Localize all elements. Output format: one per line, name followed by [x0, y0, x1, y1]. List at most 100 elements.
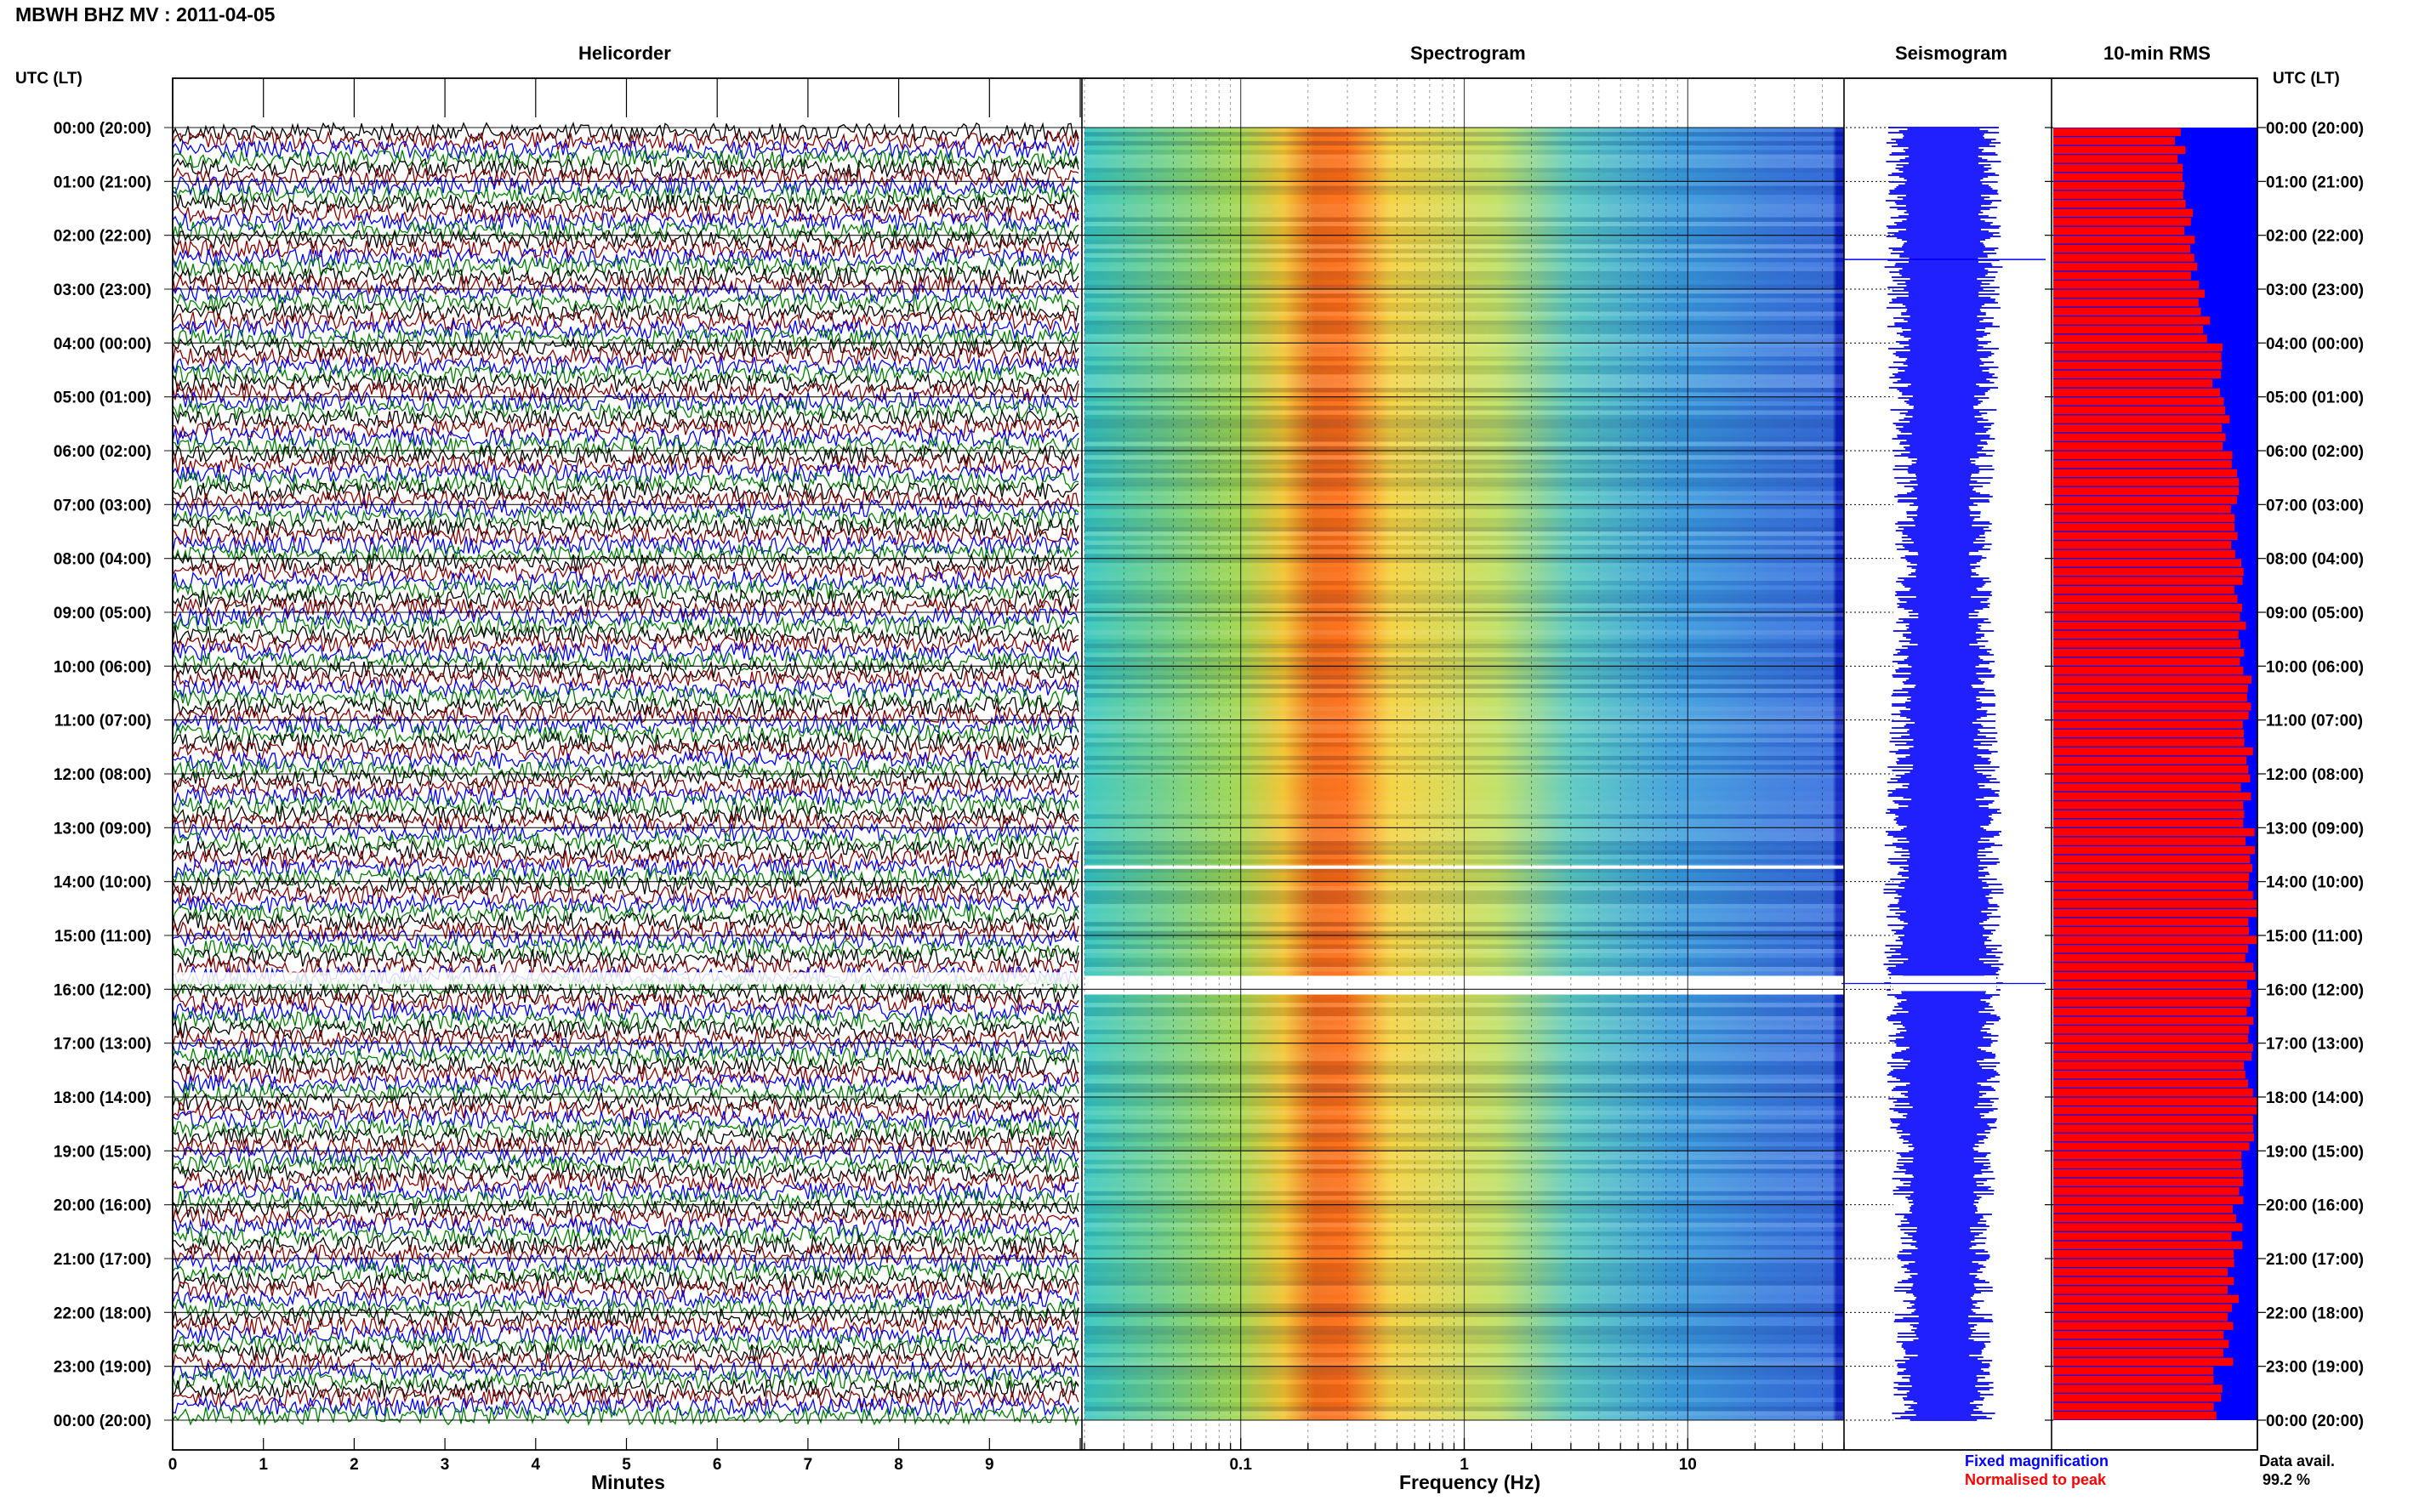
rms-bar — [2053, 433, 2226, 441]
page: MBWH BHZ MV : 2011-04-05 Helicorder Spec… — [0, 0, 2419, 1512]
helicorder-trace — [172, 435, 1079, 457]
rms-bar — [2053, 541, 2232, 549]
time-label-left: 21:00 (17:00) — [54, 1251, 151, 1269]
rms-bar — [2053, 819, 2244, 827]
rms-bar — [2053, 981, 2247, 989]
rms-bar — [2053, 1412, 2217, 1420]
rms-bar — [2053, 837, 2245, 845]
rms-bar — [2053, 379, 2213, 388]
rms-bar — [2053, 693, 2247, 702]
rms-bar — [2053, 451, 2233, 459]
helicorder-trace — [172, 480, 1079, 503]
rms-bar — [2053, 1196, 2244, 1205]
time-label-left: 22:00 (18:00) — [54, 1305, 151, 1322]
rms-bar — [2053, 1106, 2257, 1115]
rms-bar — [2053, 827, 2255, 837]
helicorder-trace — [172, 247, 1079, 269]
rms-bar — [2053, 1187, 2240, 1196]
rms-bar — [2053, 648, 2245, 657]
seismogram-trace — [1883, 127, 2004, 1421]
time-label-right: 17:00 (13:00) — [2266, 1036, 2364, 1054]
minute-tick-label: 4 — [532, 1456, 541, 1474]
time-label-left: 09:00 (05:00) — [54, 605, 151, 622]
rms-bar — [2053, 585, 2234, 594]
rms-bar — [2053, 1286, 2228, 1294]
rms-bar — [2053, 855, 2251, 863]
rms-bar — [2053, 361, 2223, 370]
rms-bar — [2053, 549, 2235, 559]
rms-bar — [2053, 1241, 2243, 1249]
helicorder-trace — [172, 534, 1079, 556]
rms-bar — [2053, 702, 2251, 711]
rms-bar — [2053, 1124, 2253, 1133]
time-label-right: 09:00 (05:00) — [2266, 605, 2364, 622]
time-label-right: 04:00 (00:00) — [2266, 335, 2364, 353]
rms-bar — [2053, 181, 2185, 190]
rms-bar — [2053, 1223, 2243, 1231]
rms-bar — [2053, 1402, 2214, 1411]
rms-bar — [2053, 729, 2244, 738]
time-label-left: 13:00 (09:00) — [54, 820, 151, 838]
rms-bar — [2053, 1097, 2257, 1106]
rms-bar — [2053, 397, 2224, 406]
helicorder-trace — [172, 1090, 1079, 1113]
rms-bar — [2053, 971, 2256, 981]
rms-bar — [2053, 486, 2240, 496]
rms-bar — [2053, 1070, 2245, 1079]
rms-bar — [2053, 989, 2251, 998]
time-label-left: 10:00 (06:00) — [54, 658, 151, 676]
minute-tick-label: 5 — [622, 1456, 631, 1474]
time-label-left: 04:00 (00:00) — [54, 335, 151, 353]
rms-bar — [2053, 666, 2244, 675]
rms-bar — [2053, 998, 2251, 1007]
time-label-left: 11:00 (07:00) — [54, 713, 151, 730]
rms-bar — [2053, 864, 2252, 873]
rms-bar — [2053, 873, 2250, 882]
rms-bar — [2053, 846, 2256, 855]
helicorder-trace — [172, 121, 1079, 143]
helicorder-trace — [172, 1216, 1079, 1238]
rms-bar — [2053, 236, 2195, 244]
rms-bar — [2053, 496, 2237, 504]
rms-bar — [2053, 801, 2244, 810]
rms-bar — [2053, 1231, 2232, 1241]
time-label-left: 02:00 (22:00) — [54, 228, 151, 246]
rms-bar — [2053, 945, 2248, 953]
rms-bar — [2053, 747, 2253, 756]
time-label-left: 17:00 (13:00) — [54, 1036, 151, 1054]
rms-bar — [2053, 523, 2235, 531]
time-label-right: 00:00 (20:00) — [2266, 1413, 2364, 1430]
rms-bar — [2053, 388, 2220, 397]
helicorder-trace — [172, 696, 1079, 718]
rms-bar — [2053, 253, 2194, 262]
rms-bar — [2053, 469, 2237, 478]
rms-bar — [2053, 774, 2251, 782]
time-label-right: 01:00 (21:00) — [2266, 173, 2364, 191]
rms-bar — [2053, 1151, 2242, 1160]
rms-bar — [2053, 604, 2243, 612]
rms-bar — [2053, 504, 2231, 514]
time-label-right: 23:00 (19:00) — [2266, 1359, 2364, 1377]
time-label-right: 06:00 (02:00) — [2266, 443, 2364, 461]
helicorder-trace — [172, 884, 1079, 907]
time-label-right: 19:00 (15:00) — [2266, 1143, 2364, 1161]
rms-bar — [2053, 1294, 2239, 1304]
rms-bar — [2053, 281, 2200, 289]
rms-bar — [2053, 1367, 2214, 1375]
time-label-left: 20:00 (16:00) — [54, 1197, 151, 1215]
rms-bar — [2053, 1268, 2228, 1276]
rms-bar — [2053, 1304, 2233, 1312]
rms-bar — [2053, 262, 2198, 271]
time-label-left: 08:00 (04:00) — [54, 551, 151, 569]
rms-bar — [2053, 1133, 2254, 1142]
time-label-right: 11:00 (07:00) — [2266, 713, 2363, 730]
rms-bar — [2053, 1312, 2228, 1322]
spectrogram-plot — [1084, 78, 1845, 1450]
time-label-left: 12:00 (08:00) — [54, 766, 151, 784]
time-label-left: 14:00 (10:00) — [54, 874, 151, 892]
helicorder-trace — [172, 292, 1079, 313]
rms-bar — [2053, 1357, 2234, 1367]
rms-bar — [2053, 908, 2257, 918]
rms-bar — [2053, 200, 2186, 208]
minute-tick-label: 1 — [259, 1456, 268, 1474]
